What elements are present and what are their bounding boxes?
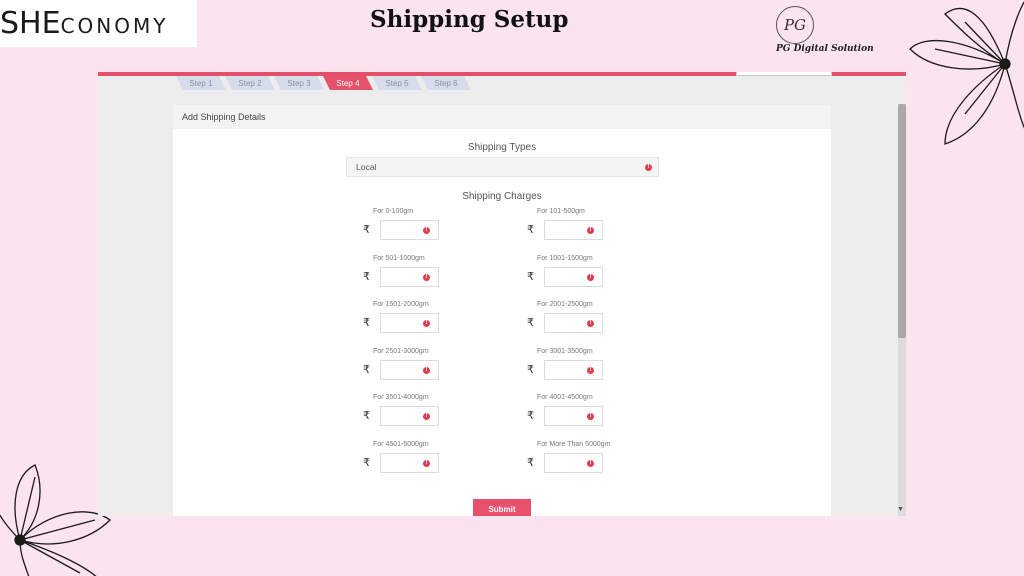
charge-input[interactable]: ! <box>380 313 439 333</box>
charge-label: For 101-500gm <box>537 208 585 215</box>
charge-input[interactable]: ! <box>544 406 603 426</box>
error-icon: ! <box>587 459 594 467</box>
scroll-down-icon[interactable]: ▼ <box>897 506 904 513</box>
error-icon: ! <box>423 459 430 467</box>
step-tab[interactable]: Step 1 <box>176 76 226 90</box>
charge-label: For 3501-4000gm <box>373 394 429 401</box>
shipping-types-label: Shipping Types <box>467 142 537 153</box>
charge-label: For 1001-1500gm <box>537 254 593 262</box>
charge-label: For 0-100gm <box>373 208 414 215</box>
step-tab[interactable]: Step 2 <box>225 76 275 90</box>
charge-input[interactable]: ! <box>544 266 603 287</box>
charge-label: For More Than 5000gm <box>537 440 611 448</box>
charge-label: For 2501-3000gm <box>373 347 429 355</box>
error-icon: ! <box>587 413 594 420</box>
error-icon: ! <box>645 164 652 171</box>
vertical-scrollbar[interactable] <box>898 104 906 516</box>
rupee-icon: ₹ <box>363 317 370 329</box>
error-icon: ! <box>423 413 430 420</box>
rupee-icon: ₹ <box>527 363 534 376</box>
logo-text-big: SHE <box>0 6 61 41</box>
rupee-icon: ₹ <box>363 224 370 236</box>
error-icon: ! <box>423 320 430 327</box>
rupee-icon: ₹ <box>363 410 370 422</box>
step-progress: Step 1 Step 2 Step 3 Step 4 Step 5 Step … <box>176 76 471 90</box>
rupee-icon: ₹ <box>527 410 534 422</box>
pg-caption: PG Digital Solution <box>776 44 874 54</box>
step-tab[interactable]: Step 3 <box>274 76 324 90</box>
shipping-type-select[interactable]: Local ! <box>346 157 659 177</box>
step-label: Step 1 <box>189 78 213 88</box>
charge-input[interactable]: ! <box>380 406 439 426</box>
slide-title: Shipping Setup <box>370 6 569 33</box>
shipping-type-value: Local <box>356 162 377 172</box>
error-icon: ! <box>587 273 594 281</box>
step-label: Step 2 <box>238 78 262 88</box>
scrollbar-thumb[interactable] <box>898 104 906 338</box>
sheconomy-logo: SHECONOMY <box>0 0 197 47</box>
card-header: Add Shipping Details <box>173 105 831 129</box>
charge-input[interactable]: ! <box>380 452 439 473</box>
submit-button[interactable]: Submit <box>473 499 531 516</box>
charge-input[interactable]: ! <box>544 452 603 473</box>
step-label: Step 4 <box>336 78 360 88</box>
rupee-icon: ₹ <box>527 224 534 236</box>
step-tab-active[interactable]: Step 4 <box>323 76 373 90</box>
rupee-icon: ₹ <box>527 270 534 283</box>
charge-label: For 3001-3500gm <box>537 347 593 355</box>
error-icon: ! <box>423 366 430 374</box>
step-tab[interactable]: Step 5 <box>372 76 422 90</box>
error-icon: ! <box>423 227 430 234</box>
error-icon: ! <box>587 366 594 374</box>
step-tab[interactable]: Step 6 <box>421 76 471 90</box>
shipping-details-card: Add Shipping Details Shipping Types Loca… <box>173 105 831 516</box>
rupee-icon: ₹ <box>527 456 534 469</box>
charge-input[interactable]: ! <box>380 220 439 240</box>
step-label: Step 6 <box>434 78 458 88</box>
pg-monogram: PG <box>776 6 814 44</box>
rupee-icon: ₹ <box>363 363 370 376</box>
charge-label: For 4001-4500gm <box>537 394 593 401</box>
top-right-field[interactable] <box>736 72 832 76</box>
shipping-charges-label: Shipping Charges <box>462 191 542 202</box>
logo-text-small: CONOMY <box>60 14 169 38</box>
charge-label: For 1501-2000gm <box>373 301 429 308</box>
error-icon: ! <box>587 320 594 327</box>
charge-input[interactable]: ! <box>380 266 439 287</box>
charge-label: For 4501-5000gm <box>373 440 429 448</box>
charge-input[interactable]: ! <box>380 359 439 380</box>
step-label: Step 5 <box>385 78 409 88</box>
charge-input[interactable]: ! <box>544 359 603 380</box>
rupee-icon: ₹ <box>527 317 534 329</box>
step-label: Step 3 <box>287 78 311 88</box>
charge-label: For 2001-2500gm <box>537 301 593 308</box>
charge-input[interactable]: ! <box>544 220 603 240</box>
rupee-icon: ₹ <box>363 270 370 283</box>
charge-input[interactable]: ! <box>544 313 603 333</box>
error-icon: ! <box>587 227 594 234</box>
rupee-icon: ₹ <box>363 456 370 469</box>
app-window: Step 1 Step 2 Step 3 Step 4 Step 5 Step … <box>98 72 906 516</box>
flower-icon <box>909 1 1024 145</box>
charge-label: For 501-1000gm <box>373 254 425 262</box>
error-icon: ! <box>423 273 430 281</box>
